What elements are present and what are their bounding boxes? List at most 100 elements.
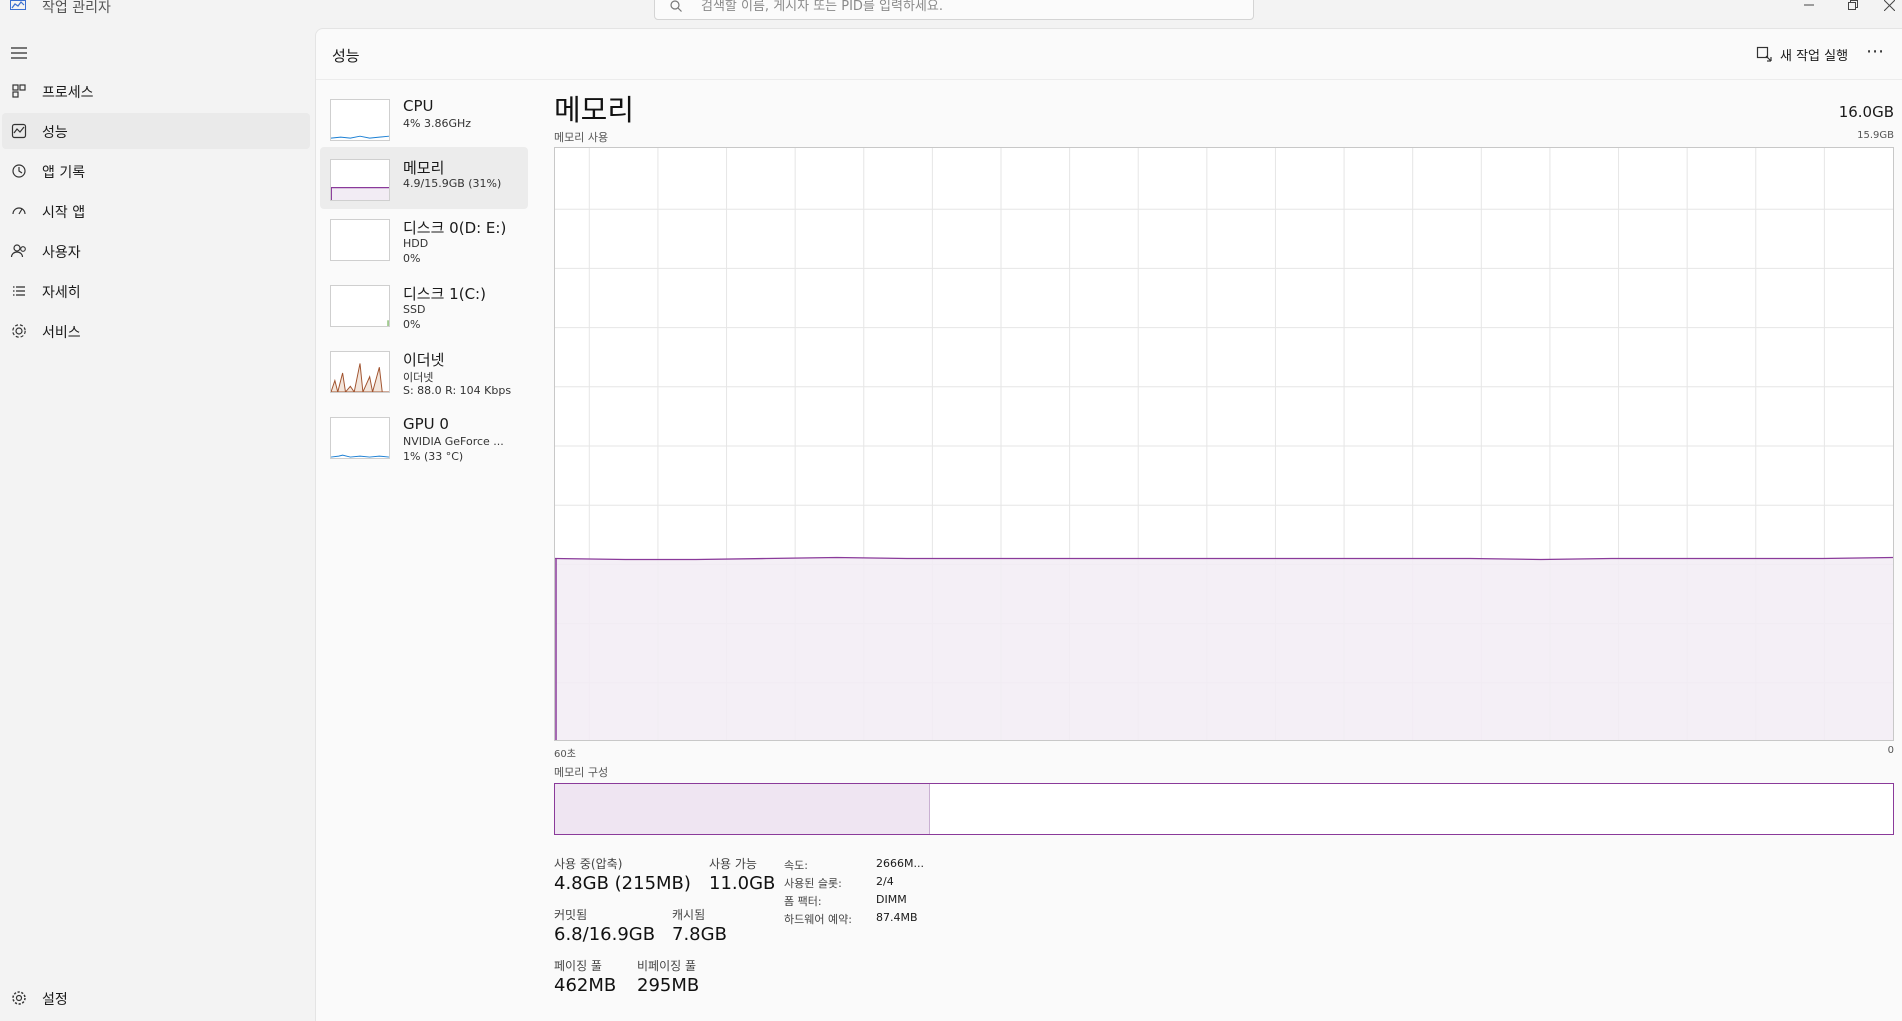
main-panel: 성능 새 작업 실행 ⋯ CPU 4% 3.86GHz 메모리 4.9/15.9… bbox=[315, 28, 1902, 1021]
resource-item-cpu[interactable]: CPU 4% 3.86GHz bbox=[320, 87, 528, 149]
search-input[interactable] bbox=[701, 0, 1241, 15]
sidebar-item-details[interactable]: 자세히 bbox=[2, 273, 310, 309]
speed-label: 속도: bbox=[784, 859, 808, 872]
services-icon bbox=[12, 324, 26, 338]
hamburger-menu-icon[interactable] bbox=[10, 46, 28, 60]
graph-axis-right-label: 0 bbox=[1887, 745, 1894, 756]
nonpaged-pool-value: 295MB bbox=[637, 975, 700, 996]
resource-detail: HDD bbox=[403, 237, 429, 250]
resource-item-ethernet[interactable]: 이더넷 이더넷 S: 88.0 R: 104 Kbps bbox=[320, 339, 528, 401]
new-task-icon bbox=[1756, 46, 1772, 62]
close-icon bbox=[1883, 0, 1895, 11]
task-manager-app-icon bbox=[10, 0, 26, 10]
sidebar-item-label: 앱 기록 bbox=[42, 165, 86, 181]
paged-pool-label: 페이징 풀 bbox=[554, 959, 602, 973]
search-box[interactable] bbox=[654, 0, 1254, 20]
resource-detail: SSD bbox=[403, 303, 426, 316]
sidebar-item-services[interactable]: 서비스 bbox=[2, 313, 310, 349]
minimize-icon bbox=[1804, 4, 1814, 6]
resource-detail: 0% bbox=[403, 318, 421, 331]
memory-usage-graph bbox=[554, 147, 1894, 741]
resource-detail: 이더넷 bbox=[403, 371, 434, 384]
resource-detail: 4.9/15.9GB (31%) bbox=[403, 177, 502, 190]
title-bar: 작업 관리자 bbox=[0, 0, 1902, 28]
sidebar-item-users[interactable]: 사용자 bbox=[2, 233, 310, 269]
cached-value: 7.8GB bbox=[672, 924, 727, 945]
in-use-label: 사용 중(압축) bbox=[554, 857, 623, 871]
performance-icon bbox=[11, 123, 27, 139]
memory-title: 메모리 bbox=[554, 93, 635, 127]
new-task-label: 새 작업 실행 bbox=[1780, 48, 1849, 64]
graph-axis-left-label: 60초 bbox=[554, 749, 576, 760]
sidebar-item-performance[interactable]: 성능 bbox=[2, 113, 310, 149]
resource-item-gpu-0[interactable]: GPU 0 NVIDIA GeForce ... 1% (33 °C) bbox=[320, 405, 528, 467]
page-title: 성능 bbox=[332, 47, 360, 65]
search-icon bbox=[670, 0, 682, 12]
hardware-reserved-value: 87.4MB bbox=[876, 911, 918, 924]
nonpaged-pool-label: 비페이징 풀 bbox=[637, 959, 697, 973]
memory-usage-area bbox=[555, 557, 1893, 740]
ethernet-thumbnail-graph bbox=[330, 351, 390, 393]
disk-0-thumbnail-graph bbox=[330, 219, 390, 261]
gpu-0-thumbnail-graph bbox=[330, 417, 390, 459]
sidebar-item-settings[interactable]: 설정 bbox=[2, 980, 310, 1016]
memory-total: 16.0GB bbox=[1838, 103, 1894, 121]
resource-name: 디스크 0(D: E:) bbox=[403, 219, 507, 237]
memory-usage-caption: 메모리 사용 bbox=[554, 131, 609, 144]
memory-max-label: 15.9GB bbox=[1857, 130, 1894, 141]
sidebar-item-label: 시작 앱 bbox=[42, 205, 86, 221]
available-label: 사용 가능 bbox=[709, 857, 757, 871]
sidebar: 프로세스 성능 앱 기록 시작 앱 사용자 자세히 서비스 설정 bbox=[0, 28, 315, 1021]
committed-value: 6.8/16.9GB bbox=[554, 924, 656, 945]
resource-detail: NVIDIA GeForce ... bbox=[403, 435, 504, 448]
committed-label: 커밋됨 bbox=[554, 908, 588, 922]
details-icon bbox=[13, 286, 25, 296]
users-icon bbox=[10, 244, 26, 258]
resource-item-disk-0[interactable]: 디스크 0(D: E:) HDD 0% bbox=[320, 207, 528, 269]
memory-composition-caption: 메모리 구성 bbox=[554, 766, 609, 779]
sidebar-item-label: 서비스 bbox=[42, 325, 81, 341]
resource-detail: 1% (33 °C) bbox=[403, 450, 464, 463]
resource-name: 메모리 bbox=[403, 159, 445, 177]
history-icon bbox=[12, 164, 26, 178]
disk-1-thumbnail-graph bbox=[330, 285, 390, 327]
sidebar-item-label: 프로세스 bbox=[42, 85, 94, 101]
speed-value: 2666M... bbox=[876, 857, 924, 870]
header-divider bbox=[316, 79, 1902, 80]
available-value: 11.0GB bbox=[709, 873, 776, 894]
resource-detail: 0% bbox=[403, 252, 421, 265]
gear-icon bbox=[12, 991, 26, 1005]
minimize-button[interactable] bbox=[1786, 0, 1832, 14]
resource-detail: S: 88.0 R: 104 Kbps bbox=[403, 384, 512, 397]
resource-name: 디스크 1(C:) bbox=[403, 285, 486, 303]
sidebar-item-processes[interactable]: 프로세스 bbox=[2, 73, 310, 109]
resource-item-disk-1[interactable]: 디스크 1(C:) SSD 0% bbox=[320, 273, 528, 335]
startup-icon bbox=[12, 207, 26, 215]
processes-icon bbox=[12, 84, 26, 98]
resource-item-memory[interactable]: 메모리 4.9/15.9GB (31%) bbox=[320, 147, 528, 209]
memory-thumbnail-graph bbox=[330, 159, 390, 201]
resource-detail: 4% 3.86GHz bbox=[403, 117, 472, 130]
more-options-button[interactable]: ⋯ bbox=[1866, 41, 1885, 62]
slots-used-label: 사용된 슬롯: bbox=[784, 877, 842, 890]
in-use-value: 4.8GB (215MB) bbox=[554, 873, 691, 894]
restore-icon bbox=[1848, 0, 1858, 10]
resource-name: CPU bbox=[403, 97, 434, 115]
sidebar-item-label: 설정 bbox=[42, 992, 68, 1008]
paged-pool-value: 462MB bbox=[554, 975, 617, 996]
cached-label: 캐시됨 bbox=[672, 908, 706, 922]
sidebar-item-label: 자세히 bbox=[42, 285, 81, 301]
close-button[interactable] bbox=[1866, 0, 1902, 14]
sidebar-item-label: 사용자 bbox=[42, 245, 81, 261]
resource-name: GPU 0 bbox=[403, 415, 449, 433]
form-factor-value: DIMM bbox=[876, 893, 907, 906]
resource-name: 이더넷 bbox=[403, 351, 445, 369]
hardware-reserved-label: 하드웨어 예약: bbox=[784, 913, 852, 926]
memory-composition-bar bbox=[554, 783, 1894, 835]
sidebar-item-startup-apps[interactable]: 시작 앱 bbox=[2, 193, 310, 229]
slots-used-value: 2/4 bbox=[876, 875, 894, 888]
form-factor-label: 폼 팩터: bbox=[784, 895, 822, 908]
sidebar-item-app-history[interactable]: 앱 기록 bbox=[2, 153, 310, 189]
sidebar-item-label: 성능 bbox=[42, 125, 68, 141]
new-task-button[interactable]: 새 작업 실행 bbox=[1756, 43, 1848, 65]
